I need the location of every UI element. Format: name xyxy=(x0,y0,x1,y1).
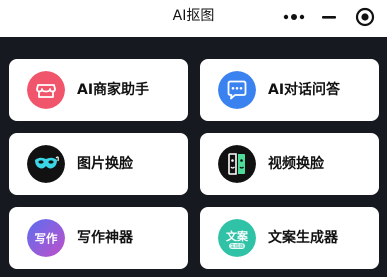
close-miniprogram-icon[interactable] xyxy=(355,7,375,27)
tool-card-chat-qa[interactable]: AI对话问答 xyxy=(200,59,379,121)
more-options-icon[interactable] xyxy=(283,12,305,22)
writing-icon-text: 写作 xyxy=(35,232,58,246)
copywriting-icon: 文案 生成器 xyxy=(218,219,256,257)
copywriting-icon-subtext: 生成器 xyxy=(230,243,244,250)
copywriting-icon-text: 文案 xyxy=(226,229,249,243)
tool-label: 文案生成器 xyxy=(268,230,338,246)
tool-label: 图片换脸 xyxy=(77,156,133,172)
tool-card-image-face-swap[interactable]: 图片换脸 xyxy=(9,133,188,195)
tool-label: 视频换脸 xyxy=(268,156,324,172)
tool-card-writing-assistant[interactable]: 写作 写作神器 xyxy=(9,207,188,269)
face-swap-icon xyxy=(218,145,256,183)
tool-card-video-face-swap[interactable]: 视频换脸 xyxy=(200,133,379,195)
navigation-bar: AI抠图 xyxy=(0,0,387,37)
tool-grid: AI商家助手 AI对话问答 图片换脸 视频换脸 写作 写作神器 文案 生成器 文… xyxy=(0,37,387,277)
tool-card-merchant-assistant[interactable]: AI商家助手 xyxy=(9,59,188,121)
tool-label: 写作神器 xyxy=(77,230,133,246)
storefront-icon xyxy=(27,71,65,109)
chat-bubble-icon xyxy=(218,71,256,109)
tool-card-copywriting-generator[interactable]: 文案 生成器 文案生成器 xyxy=(200,207,379,269)
tool-label: AI对话问答 xyxy=(268,82,341,98)
tool-label: AI商家助手 xyxy=(77,82,150,98)
minimize-icon[interactable] xyxy=(321,11,337,23)
writing-icon: 写作 xyxy=(27,219,65,257)
mask-icon xyxy=(27,145,65,183)
